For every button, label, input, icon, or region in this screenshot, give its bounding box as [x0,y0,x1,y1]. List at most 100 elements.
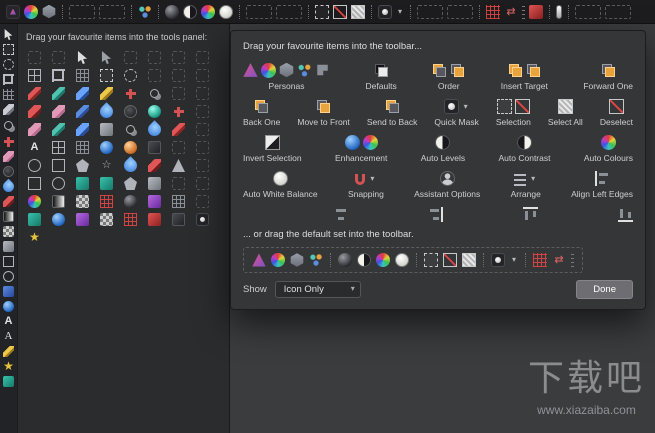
marquee-icon[interactable] [424,253,438,267]
purple-swatch-icon[interactable] [76,213,89,226]
hexagon-icon[interactable] [290,253,304,267]
invert-icon[interactable] [264,134,280,150]
color-wheel-icon[interactable] [261,62,276,78]
thermo-icon[interactable] [556,4,562,19]
stack-front-icon[interactable] [450,63,465,78]
blue-sphere-icon[interactable] [100,141,113,154]
circle-shape-icon[interactable] [52,177,65,190]
table-icon[interactable] [28,69,41,82]
stack-front-icon[interactable] [316,99,331,114]
toolbar-item-order[interactable]: Order [432,62,465,91]
dark-sphere-icon[interactable] [338,253,352,267]
deselect-icon[interactable] [514,98,530,114]
toolbar-item-assistant-options[interactable]: Assistant Options [414,170,480,199]
magnet-icon[interactable] [355,173,366,185]
align-bottom-icon[interactable] [618,207,633,222]
toolbar-item-move-to-front[interactable]: Move to Front [297,98,350,127]
heal-icon[interactable] [3,136,14,147]
assistant-icon[interactable] [439,170,455,186]
text-serif-icon[interactable]: A [3,331,14,342]
droplet-icon[interactable] [121,156,140,175]
pencil-blue-icon[interactable] [76,105,89,118]
align-center-icon[interactable] [333,207,348,222]
droplet-icon[interactable] [145,120,164,139]
insert-inside-icon[interactable] [508,63,523,78]
droplet-icon[interactable] [0,178,17,195]
marquee-icon[interactable] [315,4,329,19]
star-yellow-icon[interactable]: ★ [3,360,14,372]
polygon-shape-icon[interactable] [76,159,89,172]
checker-icon[interactable] [100,213,113,226]
mesh-icon[interactable] [76,69,89,82]
toolbar-item-forward-one[interactable]: Forward One [583,62,633,91]
dodge-icon[interactable] [124,105,137,118]
dropdown-arrow-icon[interactable]: ▾ [462,99,470,114]
blue-sphere-icon[interactable] [3,301,14,312]
orange-sphere-icon[interactable] [124,141,137,154]
crop-icon[interactable] [3,74,14,85]
eraser-icon[interactable] [52,105,65,118]
teal-swatch-icon[interactable] [76,177,89,190]
deselect-icon[interactable] [443,253,457,267]
teal-swatch-icon[interactable] [3,376,14,387]
white-circle-icon[interactable] [395,253,409,267]
stack-back-icon[interactable] [432,63,447,78]
circle-shape-icon[interactable] [3,271,14,282]
photo-persona-icon[interactable] [243,63,258,77]
marquee-icon[interactable] [496,98,512,114]
insert-behind-icon[interactable] [526,63,541,78]
dodge-icon[interactable] [3,166,14,177]
crop-icon[interactable] [52,69,65,82]
color-wheel-icon[interactable] [201,4,215,19]
eraser-icon[interactable] [28,123,41,136]
toolbar-item-item[interactable] [333,206,348,222]
hexagon-icon[interactable] [42,4,56,19]
toolbar-item-insert-target[interactable]: Insert Target [501,62,548,91]
square-shape-icon[interactable] [28,177,41,190]
toolbar-item-arrange[interactable]: ▾ Arrange [511,170,541,199]
brush-blue-icon[interactable] [76,87,89,100]
mesh-icon[interactable] [172,195,185,208]
enhance-wheel-icon[interactable] [600,134,616,150]
align-right-icon[interactable] [428,206,443,222]
quick-mask-icon[interactable] [196,213,209,226]
cursor-icon[interactable] [77,51,88,64]
toolbar-item-invert-selection[interactable]: Invert Selection [243,134,302,163]
align-left-icon[interactable] [594,170,610,186]
red-grid-icon[interactable] [124,213,137,226]
toolbar-item-quick-mask[interactable]: ▾ Quick Mask [434,98,479,127]
checker-icon[interactable] [76,195,89,208]
contrast-circle-icon[interactable] [357,253,371,267]
red-arrows-icon[interactable]: ⇄ [504,5,518,19]
dark-swatch-icon[interactable] [172,213,185,226]
color-wheel-icon[interactable] [271,253,285,267]
stack-back-icon[interactable] [385,99,400,114]
brush-red-icon[interactable] [3,196,14,207]
red-grid-icon[interactable] [486,4,500,19]
nodes-icon[interactable] [309,253,323,267]
defaults-icon[interactable] [374,63,389,78]
gradient-icon[interactable] [3,211,14,222]
contrast-circle-icon[interactable] [435,134,451,150]
polygon-shape-icon[interactable] [124,177,137,190]
pencil-red-icon[interactable] [172,123,185,136]
white-circle-icon[interactable] [272,170,288,186]
quick-mask-icon[interactable] [491,253,505,267]
gray-swatch-icon[interactable] [100,123,113,136]
toolbar-item-auto-colours[interactable]: Auto Colours [584,134,633,163]
nodes-icon[interactable] [138,4,152,19]
default-set[interactable]: ▾ ⇄ [243,247,583,273]
color-wheel-icon[interactable] [24,4,38,19]
select-all-icon[interactable] [351,4,365,19]
hexagon-icon[interactable] [279,62,294,78]
color-wheel-icon[interactable] [28,195,41,208]
teal-sphere-icon[interactable] [148,105,161,118]
marquee-icon[interactable] [3,44,14,55]
heal-icon[interactable] [124,87,137,100]
contrast-circle-alt-icon[interactable] [516,134,532,150]
mesh-icon[interactable] [76,141,89,154]
contrast-circle-icon[interactable] [183,4,197,19]
photo-persona-icon[interactable] [252,253,266,267]
toolbar-item-send-to-back[interactable]: Send to Back [367,98,417,127]
dropdown-arrow-icon[interactable]: ▾ [396,5,404,19]
